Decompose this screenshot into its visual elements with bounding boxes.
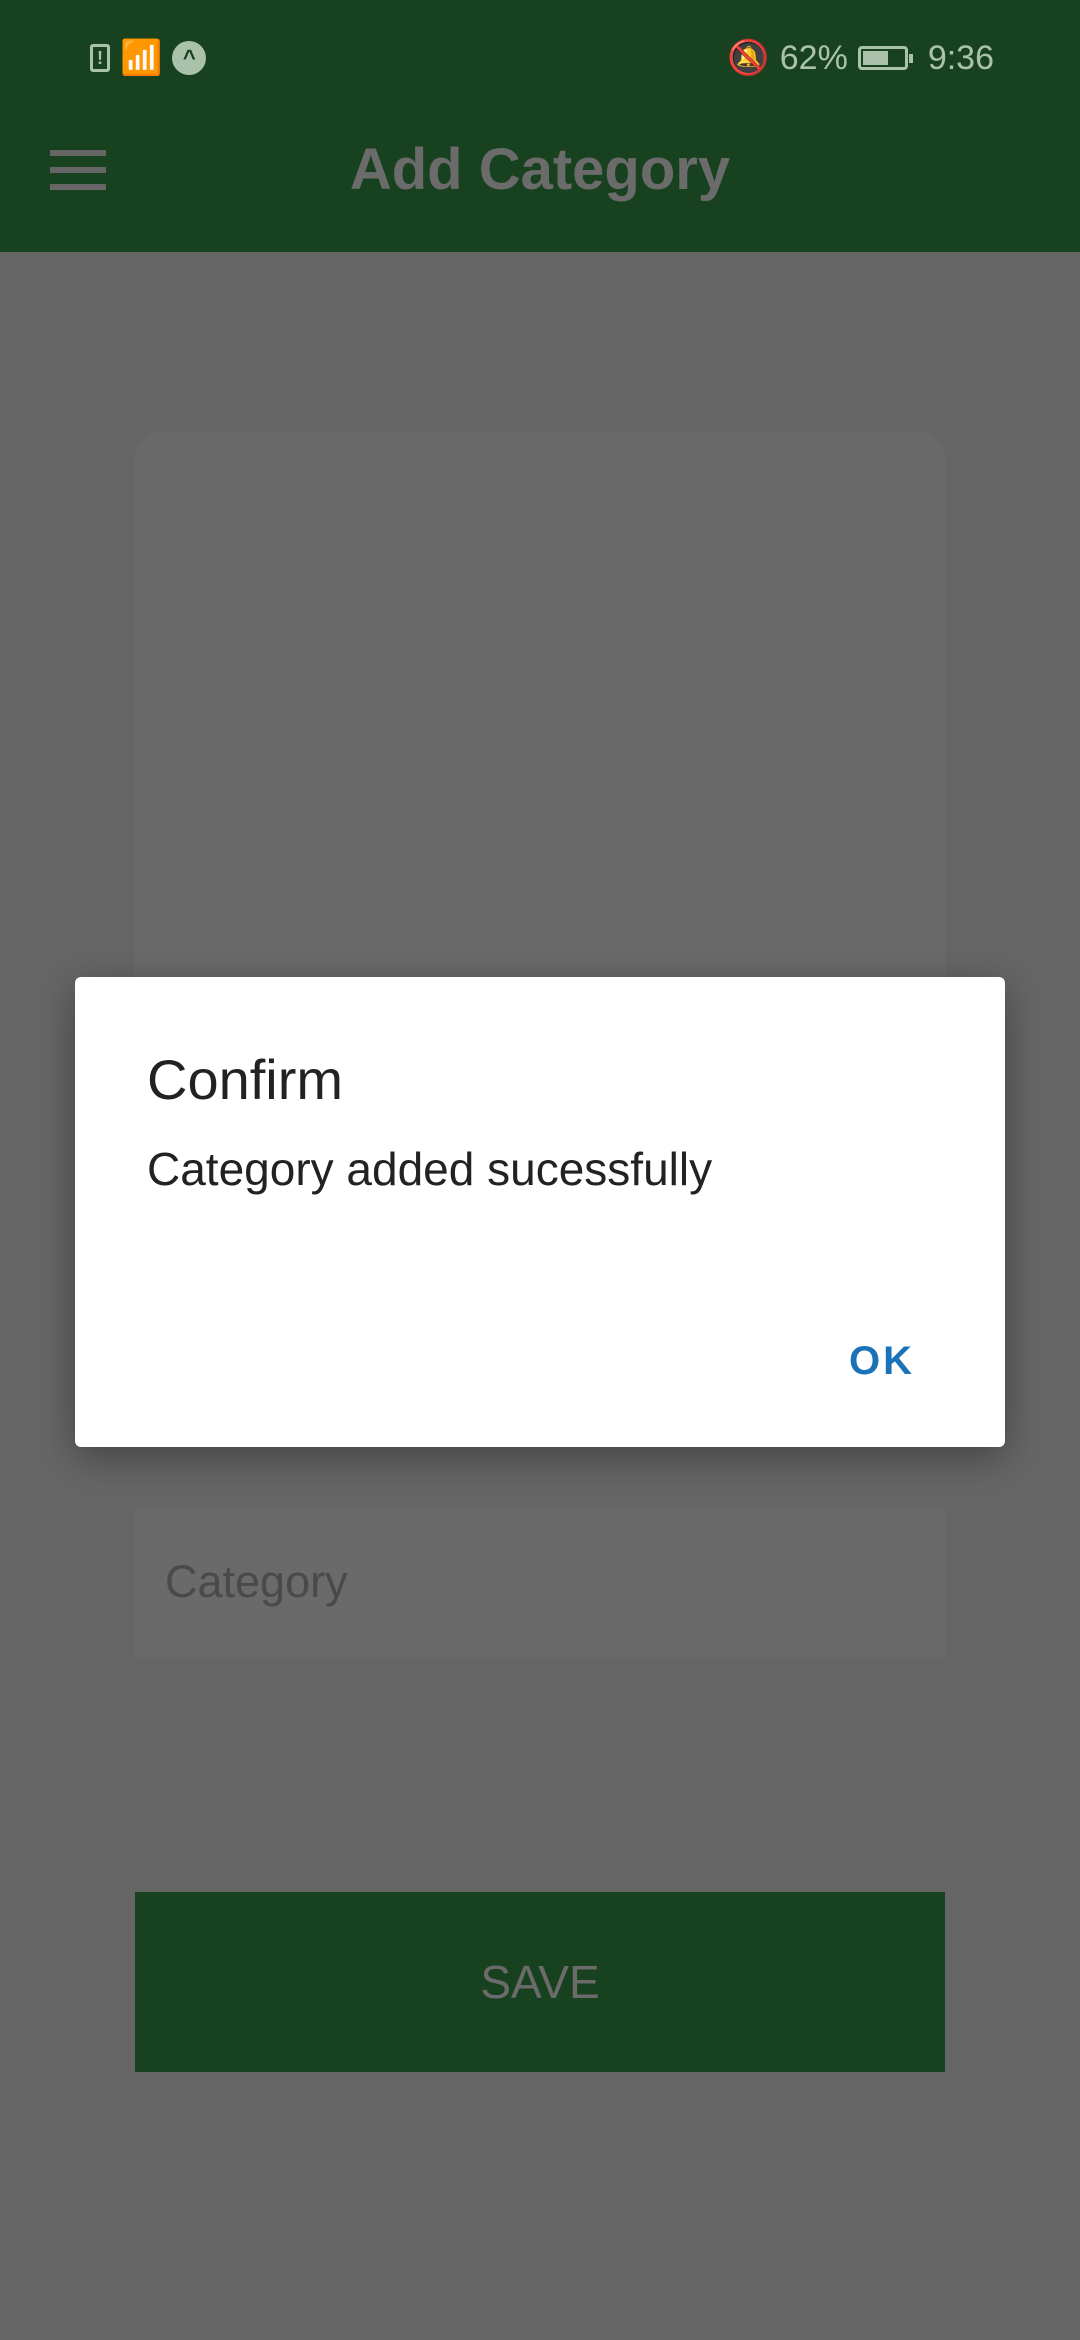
- app-notification-icon: ^: [172, 41, 207, 75]
- save-button[interactable]: SAVE: [135, 1892, 945, 2072]
- dialog-message: Category added sucessfully: [147, 1143, 713, 1195]
- clock: 9:36: [927, 38, 994, 77]
- status-bar-right: 🔕 62% 9:36: [727, 38, 994, 78]
- confirm-dialog: Confirm Category added sucessfully OK: [75, 977, 1005, 1447]
- battery-percent: 62%: [779, 38, 848, 77]
- sim-alert-icon: !: [90, 44, 110, 72]
- category-input[interactable]: Category: [135, 1508, 945, 1657]
- page-title: Add Category: [349, 137, 731, 202]
- mute-notifications-icon: 🔕: [727, 39, 770, 77]
- dialog-title: Confirm: [147, 1048, 344, 1111]
- app-bar: ! 📶 ^ 🔕 62% 9:36 Add Category: [0, 0, 1080, 252]
- category-placeholder: Category: [165, 1556, 348, 1607]
- wifi-icon: 📶: [120, 39, 163, 77]
- image-card[interactable]: [135, 432, 945, 1012]
- status-bar-left: ! 📶 ^: [90, 38, 207, 78]
- ok-button[interactable]: OK: [849, 1339, 915, 1384]
- battery-icon: [857, 46, 913, 70]
